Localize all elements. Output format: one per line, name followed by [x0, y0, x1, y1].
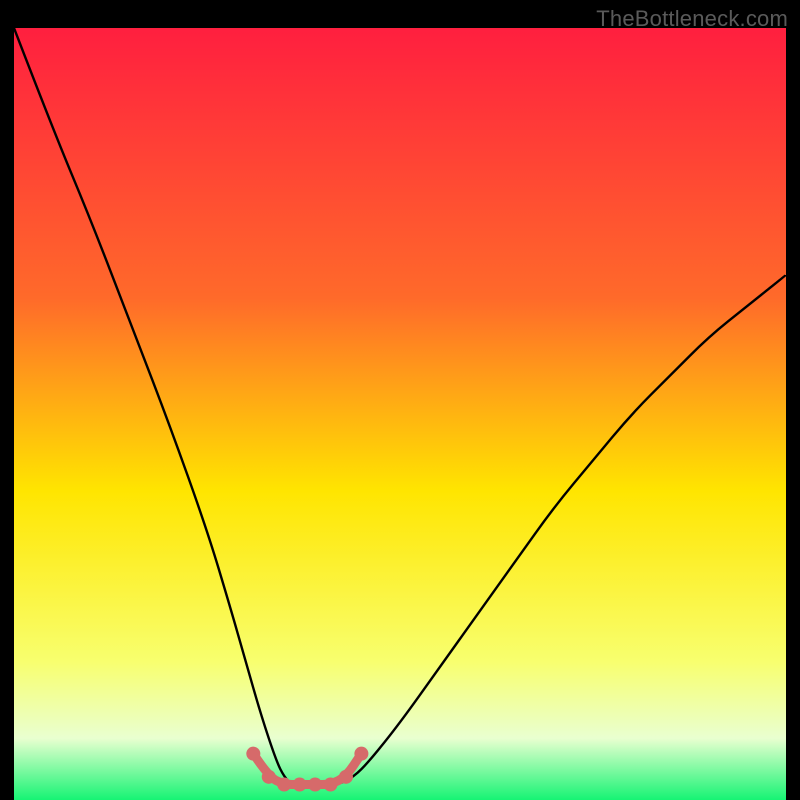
optimal-zone-marker: [339, 770, 353, 784]
optimal-zone-marker: [277, 778, 291, 792]
plot-area: [14, 28, 786, 800]
optimal-zone-marker: [262, 770, 276, 784]
chart-frame: TheBottleneck.com: [0, 0, 800, 800]
optimal-zone-marker: [293, 778, 307, 792]
gradient-background: [14, 28, 786, 800]
optimal-zone-marker: [246, 747, 260, 761]
watermark-text: TheBottleneck.com: [596, 6, 788, 32]
optimal-zone-marker: [308, 778, 322, 792]
bottleneck-chart: [14, 28, 786, 800]
optimal-zone-marker: [354, 747, 368, 761]
optimal-zone-marker: [324, 778, 338, 792]
